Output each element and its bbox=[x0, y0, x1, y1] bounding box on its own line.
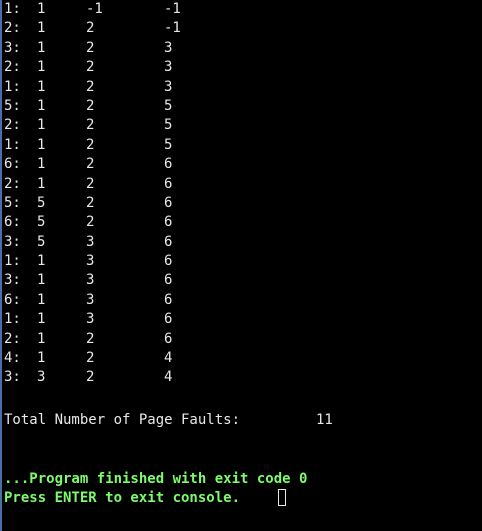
frame-1-value: 1 bbox=[37, 156, 46, 173]
frame-1-value: 1 bbox=[37, 350, 46, 367]
frame-3-value: 6 bbox=[164, 156, 173, 173]
frame-3-value: 6 bbox=[164, 214, 173, 231]
frame-3-value: 6 bbox=[164, 291, 173, 308]
page-label: 1: bbox=[4, 1, 21, 17]
frame-3-value: -1 bbox=[164, 1, 181, 17]
frame-2-value: 2 bbox=[86, 369, 95, 386]
frame-2-value: 3 bbox=[86, 291, 95, 308]
frame-1-value: 5 bbox=[37, 214, 46, 231]
page-label: 1: bbox=[4, 253, 21, 270]
frame-3-value: 6 bbox=[164, 253, 173, 270]
frame-1-value: 1 bbox=[37, 39, 46, 56]
frame-2-value: 2 bbox=[86, 350, 95, 367]
frame-3-value: -1 bbox=[164, 20, 181, 37]
frame-1-value: 1 bbox=[37, 136, 46, 153]
frame-2-value: 2 bbox=[86, 39, 95, 56]
frame-3-value: 6 bbox=[164, 194, 173, 211]
page-label: 5: bbox=[4, 194, 21, 211]
frame-1-value: 5 bbox=[37, 194, 46, 211]
page-label: 2: bbox=[4, 117, 21, 134]
frame-1-value: 1 bbox=[37, 253, 46, 270]
frame-2-value: 2 bbox=[86, 59, 95, 76]
frame-1-value: 1 bbox=[37, 59, 46, 76]
frame-1-value: 1 bbox=[37, 330, 46, 347]
frame-1-value: 1 bbox=[37, 97, 46, 114]
frame-3-value: 5 bbox=[164, 136, 173, 153]
page-label: 1: bbox=[4, 78, 21, 95]
page-fault-label: Total Number of Page Faults: bbox=[4, 412, 241, 428]
frame-1-value: 1 bbox=[37, 78, 46, 95]
frame-3-value: 5 bbox=[164, 97, 173, 114]
frame-3-value: 6 bbox=[164, 233, 173, 250]
frame-1-value: 1 bbox=[37, 117, 46, 134]
frame-2-value: 3 bbox=[86, 253, 95, 270]
frame-3-value: 3 bbox=[164, 39, 173, 56]
page-label: 2: bbox=[4, 330, 21, 347]
page-label: 4: bbox=[4, 350, 21, 367]
frame-3-value: 4 bbox=[164, 369, 173, 386]
page-label: 6: bbox=[4, 291, 21, 308]
frame-2-value: 3 bbox=[86, 311, 95, 328]
exit-prompt: Press ENTER to exit console. bbox=[4, 490, 241, 506]
page-fault-count: 11 bbox=[316, 412, 333, 428]
page-label: 6: bbox=[4, 156, 21, 173]
console-window[interactable]: 1: 1 -1 -1 2: 1 2 -1 3: 1 2 3 2: 1 2 3 1: 1 2 3 5: 1 2 5 2: 1 2 5 1:… bbox=[0, 0, 482, 531]
frame-3-value: 6 bbox=[164, 311, 173, 328]
exit-message: ...Program finished with exit code 0 bbox=[4, 471, 308, 487]
page-label: 2: bbox=[4, 175, 21, 192]
frame-2-value: 2 bbox=[86, 97, 95, 114]
frame-3-value: 6 bbox=[164, 272, 173, 289]
frame-2-value: 2 bbox=[86, 330, 95, 347]
frame-2-value: 2 bbox=[86, 156, 95, 173]
page-label: 3: bbox=[4, 272, 21, 289]
page-label: 2: bbox=[4, 59, 21, 76]
frame-3-value: 6 bbox=[164, 330, 173, 347]
page-label: 6: bbox=[4, 214, 21, 231]
page-label: 2: bbox=[4, 20, 21, 37]
page-label: 3: bbox=[4, 369, 21, 386]
text-cursor[interactable] bbox=[278, 489, 286, 506]
page-label: 3: bbox=[4, 39, 21, 56]
frame-3-value: 6 bbox=[164, 175, 173, 192]
frame-1-value: 1 bbox=[37, 1, 46, 17]
frame-2-value: 2 bbox=[86, 214, 95, 231]
frame-1-value: 1 bbox=[37, 175, 46, 192]
frame-1-value: 1 bbox=[37, 311, 46, 328]
frame-2-value: 2 bbox=[86, 117, 95, 134]
page-label: 1: bbox=[4, 136, 21, 153]
frame-3-value: 3 bbox=[164, 59, 173, 76]
frame-1-value: 3 bbox=[37, 369, 46, 386]
frame-2-value: 2 bbox=[86, 78, 95, 95]
frame-2-value: 3 bbox=[86, 233, 95, 250]
frame-1-value: 1 bbox=[37, 272, 46, 289]
frame-3-value: 5 bbox=[164, 117, 173, 134]
frame-1-value: 5 bbox=[37, 233, 46, 250]
window-left-edge bbox=[0, 0, 2, 531]
frame-3-value: 3 bbox=[164, 78, 173, 95]
frame-2-value: -1 bbox=[86, 1, 103, 17]
frame-3-value: 4 bbox=[164, 350, 173, 367]
frame-2-value: 2 bbox=[86, 175, 95, 192]
frame-1-value: 1 bbox=[37, 291, 46, 308]
page-label: 1: bbox=[4, 311, 21, 328]
frame-2-value: 2 bbox=[86, 20, 95, 37]
page-label: 3: bbox=[4, 233, 21, 250]
frame-2-value: 3 bbox=[86, 272, 95, 289]
frame-1-value: 1 bbox=[37, 20, 46, 37]
frame-2-value: 2 bbox=[86, 194, 95, 211]
page-label: 5: bbox=[4, 97, 21, 114]
frame-2-value: 2 bbox=[86, 136, 95, 153]
